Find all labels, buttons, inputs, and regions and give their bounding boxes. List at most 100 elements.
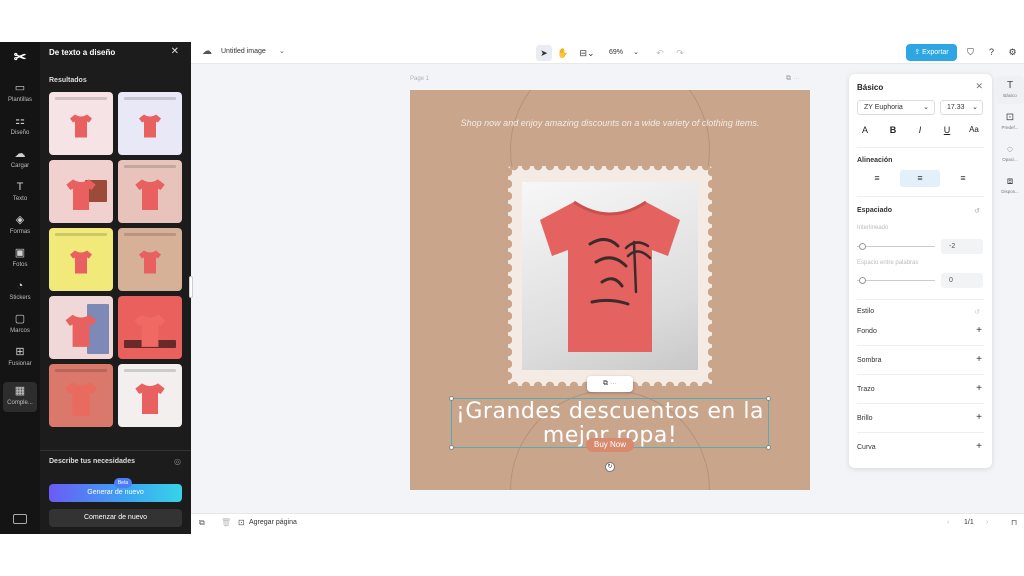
style-item-fondo[interactable]: Fondo <box>857 328 877 335</box>
rail-item-merge[interactable]: ⊞ Fusionar <box>0 346 40 376</box>
layout-menu-icon[interactable]: ⊟⌄ <box>576 45 598 61</box>
rotate-icon[interactable]: ↻ <box>605 462 615 472</box>
collapse-panel-handle[interactable] <box>189 276 193 298</box>
add-page-button[interactable]: Agregar página <box>249 519 297 526</box>
help-icon[interactable]: ? <box>985 46 998 59</box>
line-spacing-input[interactable]: -2 <box>941 239 983 254</box>
bold-icon[interactable]: B <box>886 123 900 137</box>
layers-icon[interactable]: ⧉ <box>199 518 205 528</box>
style-item-brillo[interactable]: Brillo <box>857 415 873 422</box>
align-left-icon[interactable]: ≡ <box>857 170 897 187</box>
result-thumbnail[interactable] <box>49 228 113 291</box>
underline-icon[interactable]: U <box>940 123 954 137</box>
strip-item-opacity[interactable]: ◌ Opaci... <box>996 140 1024 168</box>
page-count: 1/1 <box>964 519 974 526</box>
zoom-chevron-icon[interactable]: ⌄ <box>628 45 644 61</box>
rail-item-frames[interactable]: ▢ Marcos <box>0 313 40 343</box>
strip-item-presets[interactable]: ⊡ Predef... <box>996 108 1024 136</box>
text-case-icon[interactable]: Aa <box>967 123 981 137</box>
pages-icon[interactable]: ⊓ <box>1011 518 1017 527</box>
result-thumbnail[interactable] <box>49 364 113 427</box>
close-icon[interactable]: ✕ <box>171 46 179 57</box>
resize-handle[interactable] <box>766 445 771 450</box>
rail-item-apps[interactable]: ▦ Comple... <box>3 382 37 412</box>
line-spacing-slider[interactable] <box>857 246 935 247</box>
plus-icon[interactable]: + <box>976 412 982 423</box>
italic-icon[interactable]: I <box>913 123 927 137</box>
cloud-icon[interactable]: ☁ <box>202 46 212 57</box>
style-item-sombra[interactable]: Sombra <box>857 357 882 364</box>
font-size-dropdown[interactable]: 17.33 ⌄ <box>940 100 983 115</box>
start-over-button[interactable]: Comenzar de nuevo <box>49 509 182 527</box>
buy-now-button[interactable]: Buy Now <box>586 438 634 452</box>
thumbnail-caption <box>55 369 107 372</box>
resize-handle[interactable] <box>449 445 454 450</box>
close-icon[interactable]: ✕ <box>975 81 983 92</box>
align-center-icon[interactable]: ≡ <box>900 170 940 187</box>
result-thumbnail[interactable] <box>49 296 113 359</box>
page-options-icon[interactable]: ⧉ ⋯ <box>786 75 800 83</box>
plus-icon[interactable]: + <box>976 325 982 336</box>
slider-knob[interactable] <box>859 277 866 284</box>
strip-item-arrange[interactable]: ⧈ Dispos... <box>996 172 1024 200</box>
resize-handle[interactable] <box>766 396 771 401</box>
result-thumbnail[interactable] <box>118 296 182 359</box>
font-dropdown[interactable]: ZY Euphoria ⌄ <box>857 100 935 115</box>
tshirt-icon <box>139 250 161 273</box>
chevron-down-icon[interactable]: ⌄ <box>279 47 285 55</box>
result-thumbnail[interactable] <box>118 160 182 223</box>
text-color-icon[interactable]: A <box>858 123 872 137</box>
info-icon[interactable]: ◎ <box>174 457 181 466</box>
document-title[interactable]: Untitled image <box>221 48 266 55</box>
settings-icon[interactable]: ⚙ <box>1006 46 1019 59</box>
rail-item-photos[interactable]: ▣ Fotos <box>0 247 40 277</box>
hand-tool-icon[interactable]: ✋ <box>555 45 571 61</box>
result-thumbnail[interactable] <box>49 92 113 155</box>
properties-panel: Básico ✕ ZY Euphoria ⌄ 17.33 ⌄ A B I U Aa … <box>849 74 992 468</box>
slider-knob[interactable] <box>859 243 866 250</box>
result-thumbnail[interactable] <box>118 364 182 427</box>
design-artboard[interactable]: Shop now and enjoy amazing discounts on … <box>410 90 810 490</box>
plus-icon[interactable]: + <box>976 441 982 452</box>
word-spacing-input[interactable]: 0 <box>941 273 983 288</box>
redo-icon[interactable]: ↷ <box>672 45 688 61</box>
reset-icon[interactable]: ↺ <box>974 308 980 316</box>
tshirt-icon <box>66 178 96 210</box>
result-thumbnail[interactable] <box>118 228 182 291</box>
thumbnail-caption <box>124 165 176 168</box>
rail-item-templates[interactable]: ▭ Plantillas <box>0 82 40 112</box>
product-photo[interactable] <box>522 182 698 370</box>
prev-page-icon[interactable]: ‹ <box>947 519 949 526</box>
reset-icon[interactable]: ↺ <box>974 207 980 215</box>
rail-item-text[interactable]: T Texto <box>0 181 40 211</box>
word-spacing-slider[interactable] <box>857 280 935 281</box>
promo-text[interactable]: Shop now and enjoy amazing discounts on … <box>440 118 780 128</box>
strip-item-basic[interactable]: T Básico <box>996 76 1024 104</box>
properties-title: Básico <box>857 83 884 92</box>
plus-icon[interactable]: + <box>976 383 982 394</box>
element-toolbar[interactable]: ⧉ ⋯ <box>587 376 633 392</box>
keyboard-icon[interactable] <box>13 514 27 524</box>
undo-icon[interactable]: ↶ <box>652 45 668 61</box>
trash-icon[interactable]: 🗑 <box>221 518 231 527</box>
result-thumbnail[interactable] <box>49 160 113 223</box>
stickers-icon: ◔ <box>16 280 24 292</box>
export-button[interactable]: ⇪ Exportar <box>906 44 957 61</box>
rail-item-stickers[interactable]: ◔ Stickers <box>0 280 40 310</box>
add-page-icon[interactable]: ⊡ <box>238 518 245 527</box>
plus-icon[interactable]: + <box>976 354 982 365</box>
style-item-curva[interactable]: Curva <box>857 444 876 451</box>
capcut-logo[interactable]: ✂ <box>11 48 29 66</box>
align-right-icon[interactable]: ≡ <box>943 170 983 187</box>
divider <box>857 299 984 300</box>
rail-item-upload[interactable]: ☁ Cargar <box>0 148 40 178</box>
result-thumbnail[interactable] <box>118 92 182 155</box>
rail-item-design[interactable]: ⚏ Diseño <box>0 115 40 145</box>
resize-handle[interactable] <box>449 396 454 401</box>
rail-item-shapes[interactable]: ◈ Formas <box>0 214 40 244</box>
select-tool-icon[interactable]: ➤ <box>536 45 552 61</box>
shield-icon[interactable]: ⛉ <box>964 46 977 59</box>
style-item-trazo[interactable]: Trazo <box>857 386 875 393</box>
next-page-icon[interactable]: › <box>986 519 988 526</box>
zoom-level[interactable]: 69% <box>609 45 623 61</box>
